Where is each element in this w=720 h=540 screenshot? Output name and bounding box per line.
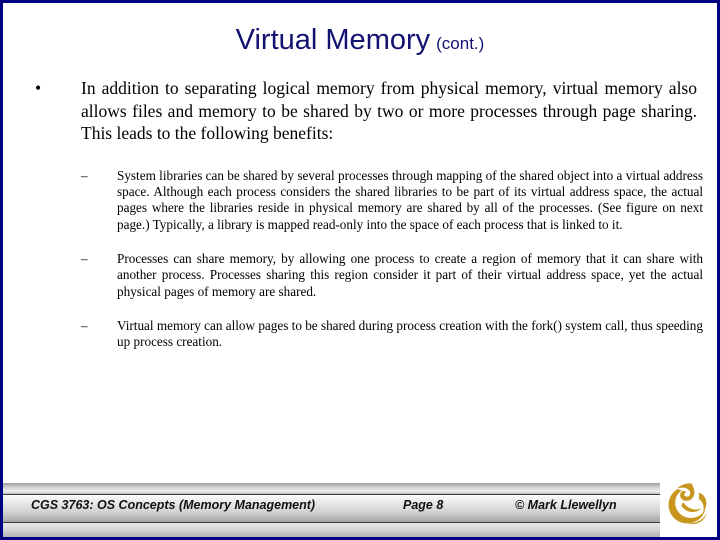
sub-bullet-text-1: System libraries can be shared by severa… bbox=[117, 167, 703, 232]
sub-bullet-item-2: – Processes can share memory, by allowin… bbox=[81, 251, 703, 300]
footer-divider bbox=[3, 494, 717, 495]
slide-footer: CGS 3763: OS Concepts (Memory Management… bbox=[3, 477, 717, 537]
footer-copyright: © Mark Llewellyn bbox=[515, 498, 617, 512]
sub-bullet-item-1: – System libraries can be shared by seve… bbox=[81, 168, 703, 233]
footer-page-number: Page 8 bbox=[403, 498, 444, 512]
bullet-marker-icon: • bbox=[35, 78, 42, 98]
dash-marker-icon: – bbox=[81, 317, 88, 333]
title-suffix-text: (cont.) bbox=[436, 34, 485, 53]
slide-body: • In addition to separating logical memo… bbox=[3, 77, 717, 487]
ucf-pegasus-logo bbox=[660, 477, 717, 537]
dash-marker-icon: – bbox=[81, 250, 88, 266]
slide: Virtual Memory (cont.) • In addition to s… bbox=[0, 0, 720, 540]
page-title: Virtual Memory (cont.) bbox=[3, 24, 717, 57]
main-bullet-text: In addition to separating logical memory… bbox=[81, 78, 697, 144]
footer-bar-top bbox=[3, 483, 717, 494]
footer-bar-bottom bbox=[3, 523, 717, 537]
footer-course-label: CGS 3763: OS Concepts (Memory Management… bbox=[31, 498, 316, 512]
main-bullet-item: • In addition to separating logical memo… bbox=[33, 77, 697, 145]
sub-bullet-text-2: Processes can share memory, by allowing … bbox=[117, 250, 703, 299]
footer-divider bbox=[3, 522, 717, 523]
title-main-text: Virtual Memory bbox=[235, 24, 431, 56]
sub-bullet-text-3: Virtual memory can allow pages to be sha… bbox=[117, 317, 703, 350]
dash-marker-icon: – bbox=[81, 167, 88, 183]
sub-bullet-item-3: – Virtual memory can allow pages to be s… bbox=[81, 318, 703, 351]
